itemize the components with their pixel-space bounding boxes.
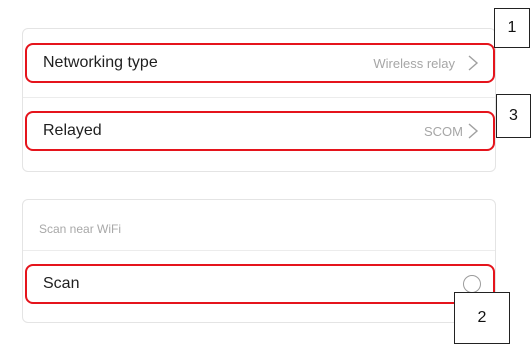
relayed-value-group: SCOM bbox=[424, 121, 481, 141]
callout-3: 3 bbox=[496, 94, 531, 138]
relayed-label: Relayed bbox=[43, 122, 102, 139]
network-settings-card: Networking type Wireless relay Relayed S… bbox=[22, 28, 496, 172]
scan-wifi-card: Scan near WiFi Scan bbox=[22, 199, 496, 323]
chevron-right-icon bbox=[468, 55, 479, 71]
networking-type-row[interactable]: Networking type Wireless relay bbox=[25, 43, 495, 83]
row-divider bbox=[23, 97, 495, 98]
scan-row[interactable]: Scan bbox=[25, 264, 495, 304]
section-divider bbox=[23, 250, 495, 251]
scan-near-wifi-caption: Scan near WiFi bbox=[39, 222, 122, 236]
callout-1: 1 bbox=[494, 8, 530, 48]
callout-2: 2 bbox=[454, 292, 510, 344]
radio-circle-icon[interactable] bbox=[463, 275, 481, 293]
networking-type-label: Networking type bbox=[43, 54, 158, 71]
scan-label: Scan bbox=[43, 275, 80, 292]
relayed-value: SCOM bbox=[424, 123, 463, 139]
relayed-row[interactable]: Relayed SCOM bbox=[25, 111, 495, 151]
networking-type-value: Wireless relay bbox=[373, 55, 455, 71]
networking-type-value-group: Wireless relay bbox=[373, 53, 481, 73]
chevron-right-icon bbox=[468, 123, 479, 139]
